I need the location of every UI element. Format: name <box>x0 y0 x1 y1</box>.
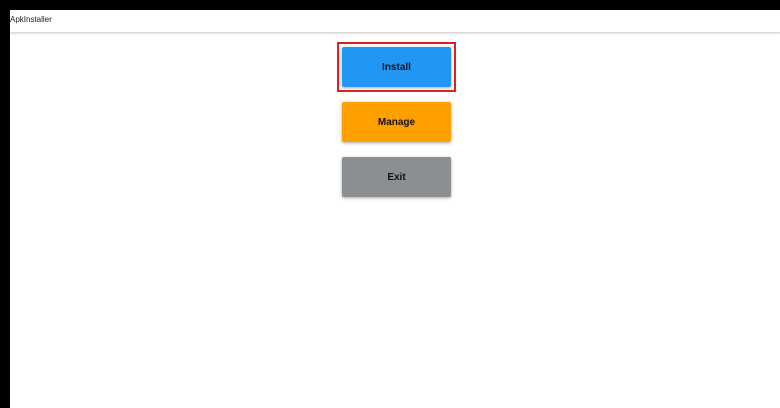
manage-button[interactable]: Manage <box>342 102 451 142</box>
exit-button[interactable]: Exit <box>342 157 451 197</box>
title-bar: ApkInstaller <box>10 10 780 33</box>
install-button[interactable]: Install <box>342 47 451 87</box>
window-title: ApkInstaller <box>10 15 52 24</box>
app-window: ApkInstaller Install Manage Exit <box>10 10 780 408</box>
